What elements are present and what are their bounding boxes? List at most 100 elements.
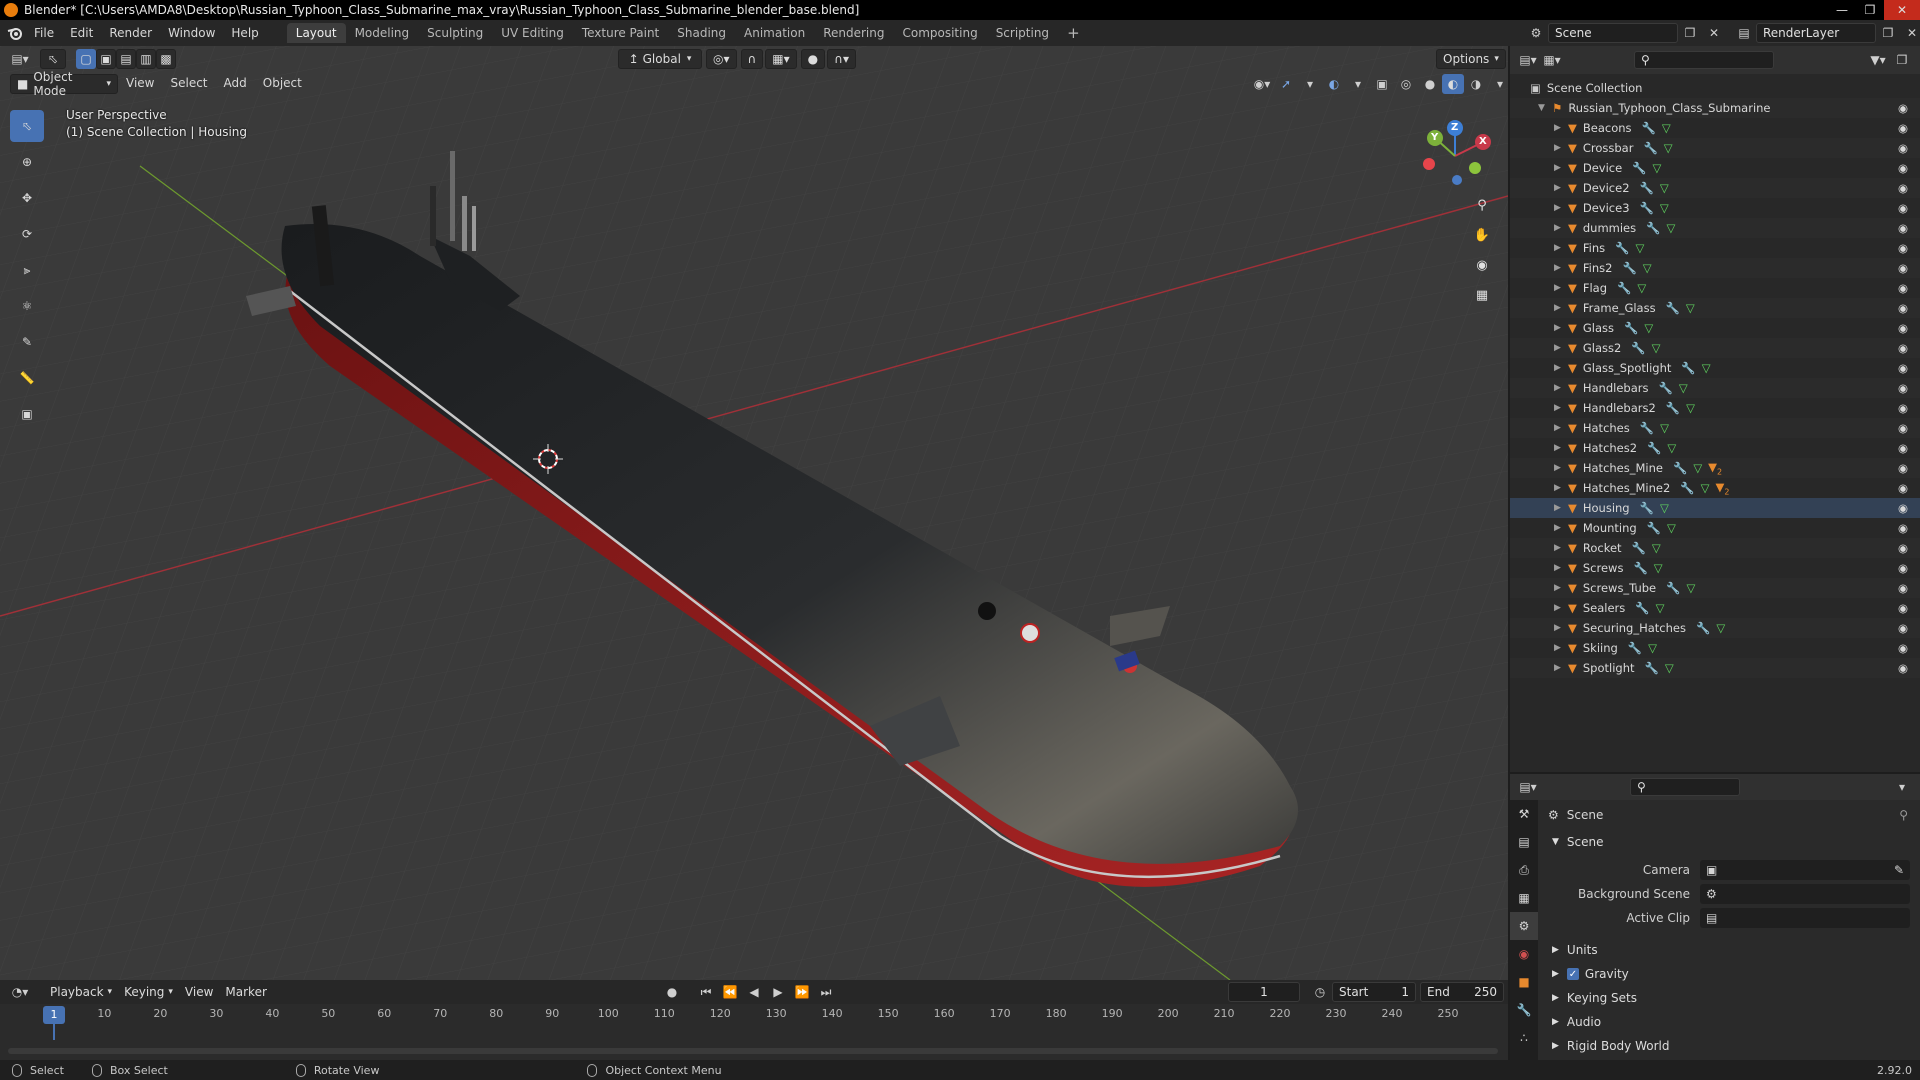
outliner-item[interactable]: ▶ ▼ Handlebars 🔧 ▽ ◉ — [1510, 378, 1920, 398]
mesh-data-icon[interactable]: ▽ — [1648, 641, 1657, 655]
menu-window[interactable]: Window — [160, 20, 223, 46]
outliner-item[interactable]: ▶ ▼ Screws_Tube 🔧 ▽ ◉ — [1510, 578, 1920, 598]
mesh-data-icon[interactable]: ▽ — [1686, 581, 1695, 595]
eye-icon[interactable]: ◉ — [1898, 561, 1908, 575]
mesh-data-icon[interactable]: ▽ — [1656, 601, 1665, 615]
mesh-data-icon[interactable]: ▽ — [1652, 341, 1661, 355]
properties-editor-type-icon[interactable]: ▤▾ — [1516, 777, 1540, 797]
shading-rendered-icon[interactable]: ◑ — [1464, 74, 1488, 94]
modifier-wrench-icon[interactable]: 🔧 — [1680, 481, 1694, 495]
eye-icon[interactable]: ◉ — [1898, 161, 1908, 175]
outliner-item[interactable]: ▶ ▼ Hatches2 🔧 ▽ ◉ — [1510, 438, 1920, 458]
eye-icon[interactable]: ◉ — [1898, 121, 1908, 135]
next-keyframe-icon[interactable]: ⏩ — [790, 982, 814, 1002]
tab-modeling[interactable]: Modeling — [346, 23, 419, 43]
menu-add[interactable]: Add — [216, 71, 255, 96]
outliner-item[interactable]: ▶ ▼ Mounting 🔧 ▽ ◉ — [1510, 518, 1920, 538]
expand-triangle-icon[interactable]: ▶ — [1554, 443, 1564, 453]
snap-toggle-icon[interactable]: ∩ — [740, 48, 764, 69]
outliner-item[interactable]: ▶ ▼ Skiing 🔧 ▽ ◉ — [1510, 638, 1920, 658]
tab-layout[interactable]: Layout — [286, 23, 346, 43]
eye-icon[interactable]: ◉ — [1898, 381, 1908, 395]
eye-icon[interactable]: ◉ — [1898, 441, 1908, 455]
record-icon[interactable]: ● — [660, 982, 684, 1002]
outliner-item[interactable]: ▶ ▼ Hatches 🔧 ▽ ◉ — [1510, 418, 1920, 438]
scale-tool-icon[interactable]: ⫸ — [10, 254, 44, 286]
tab-uv-editing[interactable]: UV Editing — [492, 23, 573, 43]
menu-view[interactable]: View — [118, 71, 162, 96]
modifier-wrench-icon[interactable]: 🔧 — [1647, 441, 1661, 455]
outliner-item[interactable]: ▶ ▼ Handlebars2 🔧 ▽ ◉ — [1510, 398, 1920, 418]
mesh-data-icon[interactable]: ▽ — [1660, 201, 1669, 215]
scene-browse-icon[interactable]: ⚙ — [1524, 23, 1548, 43]
mesh-data-icon[interactable]: ▽ — [1654, 561, 1663, 575]
xray-toggle-icon[interactable]: ▣ — [1370, 74, 1394, 94]
eye-icon[interactable]: ◉ — [1898, 421, 1908, 435]
navigation-gizmo[interactable]: Z X Y — [1415, 112, 1499, 196]
pivot-point-icon[interactable]: ◎▾ — [706, 48, 737, 69]
outliner-item[interactable]: ▶ ▼ Frame_Glass 🔧 ▽ ◉ — [1510, 298, 1920, 318]
render-tab-icon[interactable]: ▤ — [1510, 828, 1538, 856]
outliner-item[interactable]: ▶ ▼ dummies 🔧 ▽ ◉ — [1510, 218, 1920, 238]
timeline-editor-type-icon[interactable]: ◔▾ — [8, 982, 32, 1002]
modifier-wrench-icon[interactable]: 🔧 — [1635, 601, 1649, 615]
expand-triangle-icon[interactable]: ▶ — [1554, 523, 1564, 533]
overlay-toggle-icon[interactable]: ◐ — [1322, 74, 1346, 94]
timeline-scrollbar[interactable] — [8, 1048, 1498, 1054]
particles-tab-icon[interactable]: ∴ — [1510, 1024, 1538, 1052]
renderlayer-browse-icon[interactable]: ▤ — [1732, 23, 1756, 43]
play-reverse-icon[interactable]: ◀ — [742, 982, 766, 1002]
expand-triangle-icon[interactable]: ▶ — [1554, 343, 1564, 353]
eye-icon[interactable]: ◉ — [1898, 461, 1908, 475]
ortho-grid-icon[interactable]: ▦ — [1469, 282, 1495, 308]
shading-solid-icon[interactable]: ● — [1418, 74, 1442, 94]
modifier-wrench-icon[interactable]: 🔧 — [1666, 401, 1680, 415]
mesh-data-icon[interactable]: ▽ — [1662, 121, 1671, 135]
eye-icon[interactable]: ◉ — [1898, 221, 1908, 235]
tab-animation[interactable]: Animation — [735, 23, 814, 43]
expand-triangle-icon[interactable]: ▶ — [1554, 323, 1564, 333]
mesh-data-icon[interactable]: ▽ — [1679, 381, 1688, 395]
outliner-item[interactable]: ▶ ▼ Device 🔧 ▽ ◉ — [1510, 158, 1920, 178]
modifier-wrench-icon[interactable]: 🔧 — [1658, 381, 1672, 395]
expand-triangle-icon[interactable]: ▶ — [1554, 383, 1564, 393]
select-tool-icon[interactable]: ⬁ — [40, 48, 66, 69]
start-frame-field[interactable]: Start 1 — [1332, 982, 1416, 1002]
eye-icon[interactable]: ◉ — [1898, 581, 1908, 595]
view-layer-tab-icon[interactable]: ▦ — [1510, 884, 1538, 912]
expand-triangle-icon[interactable]: ▶ — [1554, 283, 1564, 293]
snap-target-icon[interactable]: ▦▾ — [765, 48, 797, 69]
expand-triangle-icon[interactable]: ▶ — [1554, 163, 1564, 173]
expand-triangle-icon[interactable]: ▶ — [1554, 623, 1564, 633]
modifier-wrench-icon[interactable]: 🔧 — [1645, 661, 1659, 675]
modifier-wrench-icon[interactable]: 🔧 — [1666, 581, 1680, 595]
outliner-item[interactable]: ▶ ▼ Beacons 🔧 ▽ ◉ — [1510, 118, 1920, 138]
mesh-data-icon[interactable]: ▽ — [1664, 141, 1673, 155]
mesh-data-icon[interactable]: ▽ — [1644, 321, 1653, 335]
eye-icon[interactable]: ◉ — [1898, 141, 1908, 155]
modifier-wrench-icon[interactable]: 🔧 — [1617, 281, 1631, 295]
modifier-wrench-icon[interactable]: 🔧 — [1673, 461, 1687, 475]
gizmo-dropdown-icon[interactable]: ▾ — [1298, 74, 1322, 94]
outliner-item[interactable]: ▶ ▼ Rocket 🔧 ▽ ◉ — [1510, 538, 1920, 558]
shading-dropdown-icon[interactable]: ▾ — [1488, 74, 1512, 94]
select-subtract-icon[interactable]: ▤ — [116, 48, 136, 69]
outliner-item[interactable]: ▶ ▼ Housing 🔧 ▽ ◉ — [1510, 498, 1920, 518]
eye-icon[interactable]: ◉ — [1898, 401, 1908, 415]
expand-triangle-icon[interactable]: ▶ — [1554, 563, 1564, 573]
play-icon[interactable]: ▶ — [766, 982, 790, 1002]
mesh-data-icon[interactable]: ▽ — [1667, 441, 1676, 455]
modifier-wrench-icon[interactable]: 🔧 — [1646, 221, 1660, 235]
expand-triangle-icon[interactable]: ▶ — [1554, 603, 1564, 613]
mesh-data-icon[interactable]: ▽ — [1716, 621, 1725, 635]
modifier-wrench-icon[interactable]: 🔧 — [1633, 561, 1647, 575]
units-panel-header[interactable]: ▶ Units — [1540, 938, 1920, 962]
menu-file[interactable]: File — [26, 20, 62, 46]
mesh-data-icon[interactable]: ▽ — [1701, 481, 1710, 495]
modifier-wrench-icon[interactable]: 🔧 — [1632, 161, 1646, 175]
timeline-view-menu[interactable]: View — [179, 982, 219, 1002]
outliner-item[interactable]: ▶ ▼ Spotlight 🔧 ▽ ◉ — [1510, 658, 1920, 678]
tab-sculpting[interactable]: Sculpting — [418, 23, 492, 43]
object-tab-icon[interactable]: ■ — [1510, 968, 1538, 996]
move-tool-icon[interactable]: ✥ — [10, 182, 44, 214]
